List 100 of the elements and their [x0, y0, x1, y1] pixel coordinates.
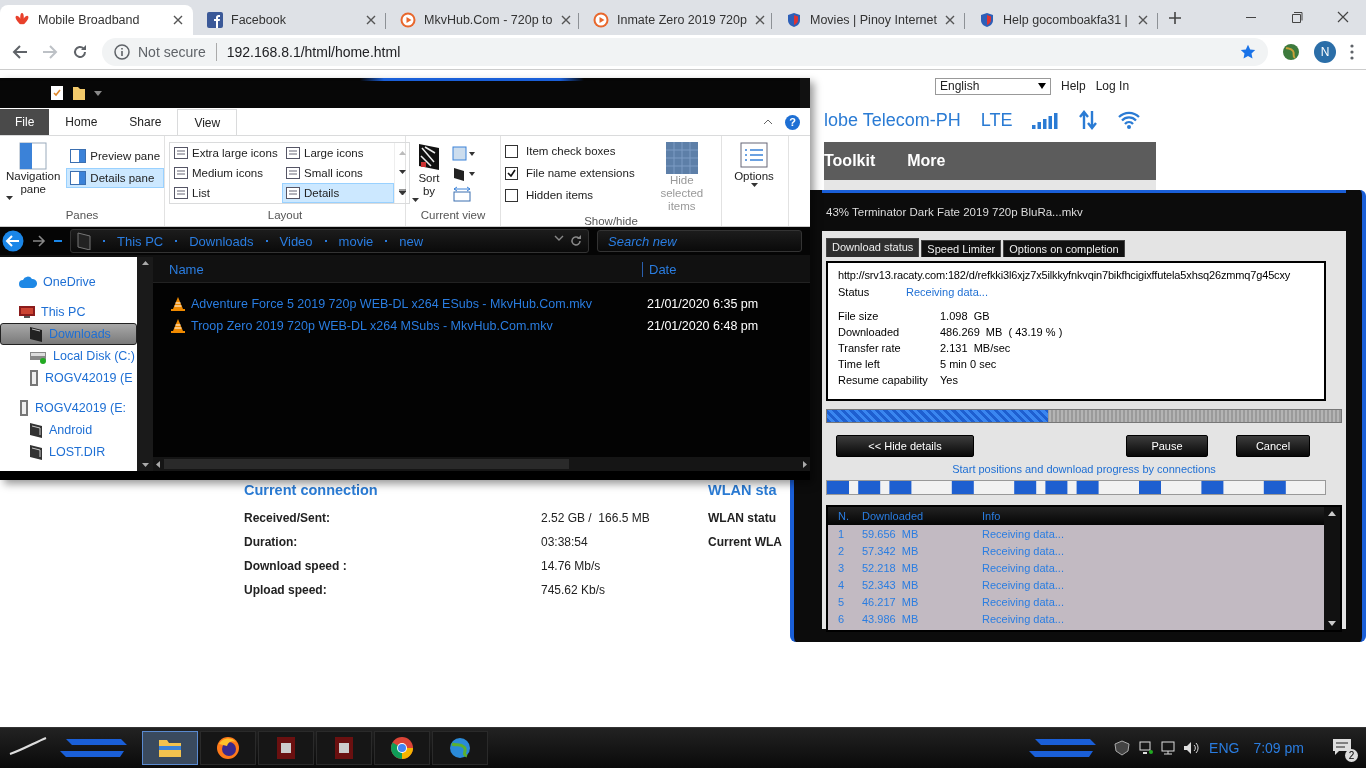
speaker-icon[interactable]: [1183, 741, 1202, 755]
address-bar[interactable]: Not secure 192.168.8.1/html/home.html: [102, 38, 1268, 66]
tree-item[interactable]: LOST.DIR: [0, 441, 137, 463]
dialog-tab[interactable]: Options on completion: [1003, 240, 1125, 257]
profile-avatar[interactable]: N: [1314, 41, 1336, 63]
menu-item[interactable]: More: [907, 152, 946, 170]
help-button[interactable]: ?: [785, 114, 800, 130]
checklist-icon[interactable]: [50, 85, 64, 101]
ribbon-tab[interactable]: File: [0, 109, 50, 135]
dialog-tab[interactable]: Speed Limiter: [921, 240, 1002, 257]
breadcrumb-bar[interactable]: This PC Downloads Video movie new: [70, 229, 589, 253]
scroll-down-icon[interactable]: [398, 170, 406, 174]
breadcrumb-item[interactable]: movie: [338, 233, 374, 249]
star-icon[interactable]: [1240, 44, 1256, 60]
close-icon[interactable]: [1138, 15, 1148, 25]
tree-item[interactable]: ROGV42019 (E: [0, 367, 137, 389]
breadcrumb-item[interactable]: Downloads: [189, 233, 254, 249]
taskbar-app[interactable]: [374, 731, 430, 765]
scroll-up-icon[interactable]: [141, 261, 149, 265]
breadcrumb-item[interactable]: This PC: [117, 233, 164, 249]
browser-tab[interactable]: Movies | Pinoy Internet: [772, 5, 965, 35]
chevron-up-icon[interactable]: [763, 119, 773, 125]
sort-by-button[interactable]: Sort by: [410, 140, 448, 209]
taskbar-app[interactable]: [316, 731, 372, 765]
language-select[interactable]: English: [935, 77, 1051, 95]
cancel-button[interactable]: Cancel: [1236, 435, 1310, 457]
layout-option[interactable]: Small icons: [282, 163, 394, 183]
chevron-down-icon[interactable]: [554, 235, 564, 241]
clock[interactable]: 7:09 pm: [1253, 740, 1304, 756]
header-link[interactable]: Help: [1061, 79, 1086, 93]
browser-tab[interactable]: Help gocomboakfa31 |: [965, 5, 1158, 35]
checkbox[interactable]: [505, 188, 518, 202]
file-name[interactable]: Adventure Force 5 2019 720p WEB-DL x264 ESubs - MkvHub.Com.mkv: [153, 297, 647, 311]
browser-tab[interactable]: Facebook: [193, 5, 386, 35]
tree-item[interactable]: This PC: [0, 301, 137, 323]
folder-icon[interactable]: [72, 85, 86, 101]
column-header[interactable]: Date: [643, 262, 677, 277]
tree-item[interactable]: OneDrive: [0, 271, 137, 293]
column-header[interactable]: N.: [828, 510, 852, 522]
pane-toggle[interactable]: Details pane: [66, 168, 165, 188]
column-header[interactable]: Downloaded: [852, 510, 982, 522]
tree-item[interactable]: Android: [0, 419, 137, 441]
globe-icon[interactable]: [1282, 43, 1300, 61]
close-icon[interactable]: [366, 15, 376, 25]
checkbox[interactable]: [505, 166, 518, 180]
back-arrow-icon[interactable]: [12, 44, 28, 60]
file-name[interactable]: Troop Zero 2019 720p WEB-DL x264 MSubs - MkvHub.Com.mkv: [153, 319, 647, 333]
menu-item[interactable]: Toolkit: [824, 152, 876, 170]
tree-item[interactable]: Local Disk (C:): [0, 345, 137, 367]
layout-option[interactable]: Extra large icons: [170, 143, 282, 163]
breadcrumb-item[interactable]: Video: [279, 233, 313, 249]
add-columns-icon[interactable]: [452, 166, 476, 182]
shield-icon[interactable]: [1113, 740, 1132, 756]
close-icon[interactable]: [560, 15, 571, 25]
tree-item[interactable]: ROGV42019 (E:: [0, 397, 137, 419]
group-by-icon[interactable]: [452, 146, 476, 162]
refresh-icon[interactable]: [570, 235, 582, 247]
ribbon-tab[interactable]: Home: [49, 109, 114, 135]
pane-toggle[interactable]: Preview pane: [66, 146, 165, 166]
browser-tab[interactable]: MkvHub.Com - 720p to: [386, 5, 579, 35]
ribbon-tab[interactable]: Share: [113, 109, 178, 135]
input-language[interactable]: ENG: [1209, 740, 1240, 756]
checkbox[interactable]: [505, 144, 518, 158]
plus-icon[interactable]: [1168, 10, 1182, 25]
layout-option[interactable]: List: [170, 183, 282, 203]
pause-button[interactable]: Pause: [1126, 435, 1208, 457]
header-link[interactable]: Log In: [1095, 79, 1130, 93]
layout-option[interactable]: Medium icons: [170, 163, 282, 183]
browser-tab[interactable]: Inmate Zero 2019 720p: [579, 5, 772, 35]
scroll-left-icon[interactable]: [156, 460, 160, 468]
taskbar-app[interactable]: [200, 731, 256, 765]
scroll-up-icon[interactable]: [1328, 511, 1336, 516]
scroll-down-icon[interactable]: [1328, 621, 1336, 626]
dialog-tab[interactable]: Download status: [826, 238, 920, 257]
network-icon[interactable]: [1139, 741, 1154, 755]
hide-details-button[interactable]: << Hide details: [836, 435, 974, 457]
column-header[interactable]: Info: [982, 510, 1001, 522]
scroll-down-icon[interactable]: [141, 463, 149, 467]
close-icon[interactable]: [173, 15, 183, 25]
taskbar-app[interactable]: [432, 731, 488, 765]
taskbar-app[interactable]: [142, 731, 198, 765]
ribbon-tab[interactable]: View: [177, 109, 238, 135]
search-field[interactable]: Search new: [597, 230, 802, 252]
layout-option[interactable]: Details: [282, 183, 394, 203]
scroll-right-icon[interactable]: [803, 460, 807, 468]
navigation-pane-button[interactable]: Navigation pane: [4, 140, 63, 209]
expand-gallery-icon[interactable]: [398, 189, 406, 196]
layout-option[interactable]: Large icons: [282, 143, 394, 163]
breadcrumb-item[interactable]: new: [399, 233, 424, 249]
browser-tab[interactable]: Mobile Broadband: [0, 5, 193, 35]
monitor-icon[interactable]: [1161, 741, 1176, 755]
more-icon[interactable]: [1350, 44, 1354, 60]
caret-icon[interactable]: [94, 90, 102, 96]
close-icon[interactable]: [754, 15, 765, 25]
options-button[interactable]: Options: [726, 140, 782, 226]
reload-icon[interactable]: [72, 44, 88, 60]
forward-arrow-icon[interactable]: [32, 235, 46, 247]
taskbar-app[interactable]: [258, 731, 314, 765]
column-header[interactable]: Name: [153, 262, 643, 277]
close-icon[interactable]: [945, 15, 955, 25]
